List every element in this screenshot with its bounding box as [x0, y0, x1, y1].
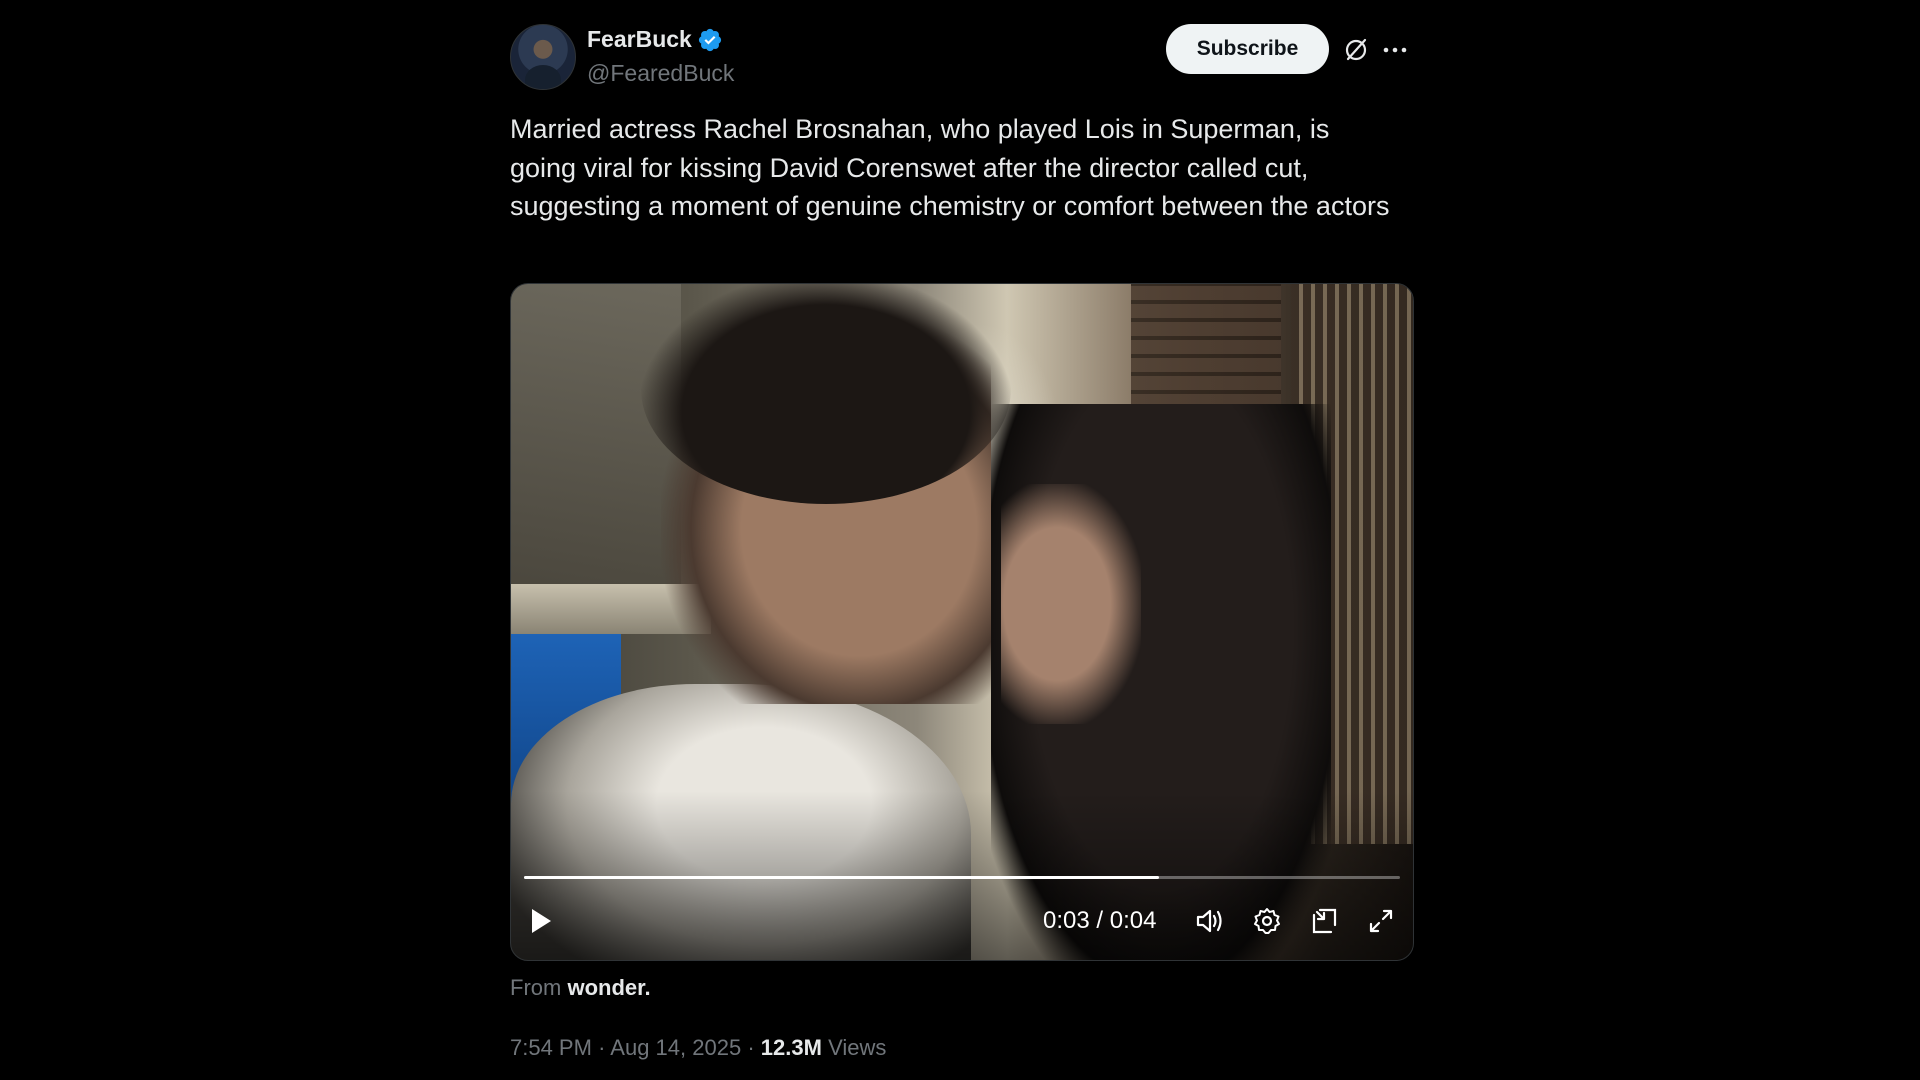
meta-separator-2: ·: [747, 1035, 755, 1060]
settings-button[interactable]: [1250, 896, 1284, 946]
picture-in-picture-icon: [1312, 908, 1337, 934]
grok-icon[interactable]: [1342, 36, 1370, 64]
fullscreen-icon: [1369, 909, 1393, 933]
video-time: 0:03 / 0:04: [1043, 907, 1157, 934]
volume-button[interactable]: [1063, 896, 1097, 946]
video-shade: [511, 284, 1413, 960]
tweet-text: Married actress Rachel Brosnahan, who pl…: [510, 114, 1390, 221]
play-button[interactable]: [525, 896, 557, 946]
subscribe-button[interactable]: Subscribe: [1166, 24, 1329, 74]
post-date[interactable]: Aug 14, 2025: [610, 1035, 741, 1060]
author-info: FearBuck @FearedBuck: [587, 26, 734, 87]
settings-icon: [1254, 908, 1280, 934]
display-name[interactable]: FearBuck: [587, 26, 692, 53]
tweet-meta: 7:54 PM · Aug 14, 2025 · 12.3M Views: [510, 1035, 886, 1061]
verified-badge-icon: [698, 28, 721, 51]
meta-separator-1: ·: [598, 1035, 606, 1060]
play-icon: [532, 909, 551, 933]
source-link[interactable]: wonder.: [567, 975, 650, 1000]
video-progress-fill: [524, 876, 1160, 879]
video-progress-bar[interactable]: [524, 876, 1400, 879]
tweet-header: FearBuck @FearedBuck Subscribe: [510, 22, 1414, 94]
tweet: FearBuck @FearedBuck Subscribe Married a…: [510, 22, 1414, 1060]
volume-icon: [1196, 909, 1222, 933]
name-row: FearBuck: [587, 26, 734, 53]
volume-toggle[interactable]: [1193, 896, 1227, 946]
post-time[interactable]: 7:54 PM: [510, 1035, 592, 1060]
video-player[interactable]: 0:03 / 0:04: [510, 283, 1414, 961]
video-source: From wonder.: [510, 975, 651, 1001]
views-count: 12.3M: [760, 1035, 822, 1060]
more-icon[interactable]: [1380, 36, 1410, 64]
views-label: Views: [828, 1035, 887, 1060]
source-prefix: From: [510, 975, 562, 1000]
fullscreen-button[interactable]: [1364, 896, 1398, 946]
video-controls: 0:03 / 0:04: [511, 896, 1413, 946]
avatar[interactable]: [510, 24, 576, 90]
picture-in-picture-button[interactable]: [1307, 896, 1341, 946]
handle[interactable]: @FearedBuck: [587, 60, 734, 87]
